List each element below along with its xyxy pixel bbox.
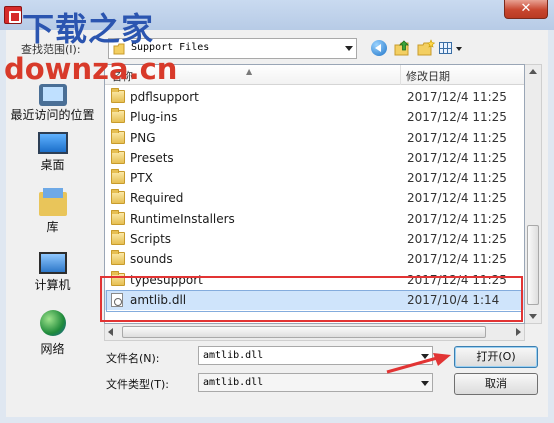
file-date: 2017/12/4 11:25	[407, 150, 507, 165]
list-item[interactable]: sounds 2017/12/4 11:25	[105, 249, 524, 269]
column-header-date[interactable]: 修改日期	[401, 65, 524, 85]
file-date: 2017/12/4 11:25	[407, 252, 507, 267]
network-icon	[39, 310, 66, 336]
new-folder-button[interactable]	[416, 38, 436, 58]
sort-ascending-icon: ▲	[246, 67, 253, 76]
scroll-left-icon[interactable]	[108, 328, 113, 336]
watermark-top: 下载之家	[22, 10, 155, 48]
library-icon	[38, 188, 67, 216]
place-desktop[interactable]: 桌面	[6, 128, 99, 173]
list-item[interactable]: Scripts 2017/12/4 11:25	[105, 229, 524, 249]
recent-places-icon	[38, 84, 67, 106]
folder-icon	[111, 128, 125, 144]
folder-icon	[111, 88, 125, 103]
open-button[interactable]: 打开(O)	[454, 346, 538, 368]
folder-icon	[111, 189, 125, 205]
file-name: sounds	[130, 252, 173, 267]
place-label: 库	[46, 220, 59, 234]
file-name: PTX	[130, 171, 153, 186]
scroll-up-icon[interactable]	[529, 69, 537, 74]
file-date: 2017/12/4 11:25	[407, 130, 507, 145]
list-item[interactable]: PTX 2017/12/4 11:25	[105, 168, 524, 188]
file-date: 2017/12/4 11:25	[407, 191, 507, 206]
file-type-value: amtlib.dll	[203, 377, 264, 388]
file-date: 2017/12/4 11:25	[407, 232, 507, 247]
horizontal-scrollbar[interactable]	[104, 324, 525, 341]
cancel-button[interactable]: 取消	[454, 373, 538, 395]
scroll-right-icon[interactable]	[516, 328, 521, 336]
list-item[interactable]: PNG 2017/12/4 11:25	[105, 128, 524, 148]
up-folder-icon	[394, 40, 409, 56]
folder-icon	[111, 230, 125, 246]
file-name: pdflsupport	[130, 90, 199, 104]
file-type-label: 文件类型(T):	[106, 378, 170, 391]
file-type-select[interactable]: amtlib.dll	[198, 373, 433, 392]
chevron-down-icon	[456, 47, 462, 51]
chevron-down-icon[interactable]	[421, 381, 429, 386]
file-name: Presets	[130, 150, 174, 165]
file-name: Required	[130, 191, 184, 206]
folder-icon	[111, 209, 125, 225]
vertical-scrollbar[interactable]	[525, 64, 542, 324]
place-label: 网络	[40, 342, 65, 356]
watermark-bottom: downza.cn	[4, 52, 178, 86]
place-library[interactable]: 库	[6, 188, 99, 235]
folder-icon	[111, 148, 125, 164]
place-computer[interactable]: 计算机	[6, 248, 99, 293]
list-item[interactable]: Required 2017/12/4 11:25	[105, 188, 524, 208]
view-grid-icon	[439, 42, 452, 54]
close-button[interactable]: ✕	[504, 0, 548, 19]
list-item[interactable]: RuntimeInstallers 2017/12/4 11:25	[105, 209, 524, 229]
file-date: 2017/12/4 11:25	[407, 211, 507, 226]
file-name-label: 文件名(N):	[106, 352, 160, 365]
file-name-value: amtlib.dll	[203, 350, 264, 361]
file-name: PNG	[130, 130, 156, 145]
folder-icon	[111, 250, 125, 266]
scroll-thumb[interactable]	[122, 326, 486, 338]
file-name: RuntimeInstallers	[130, 211, 235, 226]
view-menu-button[interactable]	[438, 38, 466, 58]
place-label: 桌面	[40, 158, 65, 172]
place-label: 计算机	[34, 278, 71, 292]
list-item[interactable]: Plug-ins 2017/12/4 11:25	[105, 107, 524, 127]
places-bar: 最近访问的位置 桌面 库 计算机 网络	[6, 64, 99, 388]
folder-icon	[111, 108, 125, 124]
up-folder-button[interactable]	[393, 38, 413, 58]
computer-icon	[38, 252, 67, 274]
column-date-label: 修改日期	[406, 70, 450, 83]
back-button[interactable]	[370, 38, 390, 58]
chevron-down-icon[interactable]	[345, 46, 353, 51]
file-date: 2017/12/4 11:25	[407, 90, 507, 104]
annotation-highlight-box	[100, 276, 523, 322]
annotation-arrow-icon	[386, 353, 451, 374]
file-date: 2017/12/4 11:25	[407, 171, 507, 186]
place-label: 最近访问的位置	[10, 108, 95, 122]
file-name: Scripts	[130, 232, 172, 247]
back-arrow-icon	[371, 40, 387, 56]
new-folder-icon	[417, 39, 436, 56]
list-item[interactable]: Presets 2017/12/4 11:25	[105, 148, 524, 168]
desktop-icon	[37, 132, 68, 154]
app-icon	[4, 6, 22, 24]
folder-icon	[111, 169, 125, 185]
file-name: Plug-ins	[130, 110, 178, 125]
place-network[interactable]: 网络	[6, 308, 99, 357]
list-item[interactable]: pdflsupport 2017/12/4 11:25	[105, 87, 524, 107]
scroll-thumb[interactable]	[527, 225, 539, 305]
file-date: 2017/12/4 11:25	[407, 110, 507, 125]
scroll-down-icon[interactable]	[529, 314, 537, 319]
